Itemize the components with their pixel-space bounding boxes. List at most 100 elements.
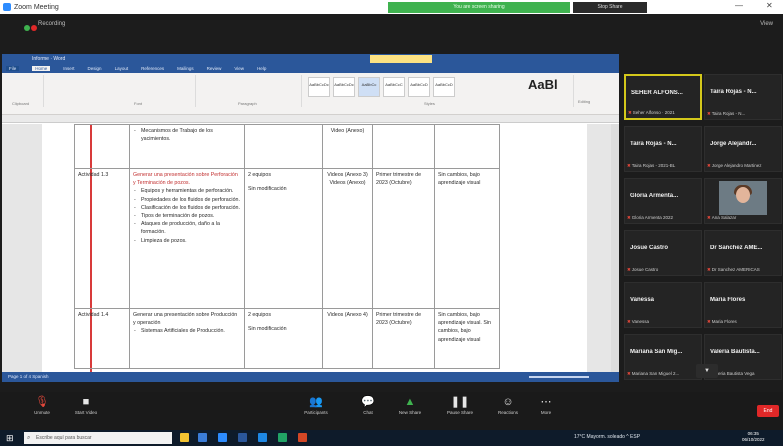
search-icon: ⌕ — [27, 435, 31, 441]
participant-name: Mariana San Mig... — [630, 349, 683, 355]
font-group[interactable]: Font — [86, 75, 196, 107]
more-label: More — [540, 410, 552, 415]
style-heading-1[interactable]: AaBbCc — [358, 77, 380, 97]
style-no-spacing[interactable]: AaBbCcDc — [333, 77, 355, 97]
pause-share-button[interactable]: ❚❚ Pause Share — [434, 395, 486, 427]
participants-icon: 👥 — [309, 396, 323, 408]
file-explorer-icon[interactable] — [180, 433, 189, 442]
clipboard-group[interactable]: Clipboard — [4, 75, 44, 107]
participant-tile-video[interactable]: ✖Ana Salazar — [704, 178, 782, 224]
zoom-app-icon[interactable] — [218, 433, 227, 442]
style-title[interactable]: AaBbCcD — [408, 77, 430, 97]
system-tray[interactable]: 17°C Mayorm. soleado ^ ESP — [574, 434, 640, 440]
end-meeting-button[interactable]: End — [757, 405, 779, 417]
participant-tile[interactable]: Gloria Armenta... ✖Gloria Armenta 2022 — [624, 178, 702, 224]
taskbar-search-input[interactable]: ⌕ Escribe aquí para buscar — [24, 432, 172, 444]
resource-b: Sin modificación — [248, 186, 287, 193]
resource-a: 2 equipos — [248, 172, 271, 178]
excel-app-icon[interactable] — [278, 433, 287, 442]
mic-muted-icon: ✖ — [707, 111, 711, 116]
document-area: Mecanismos de Trabajo de los yacimientos… — [2, 124, 619, 372]
tab-view[interactable]: View — [234, 66, 244, 71]
mic-muted-icon: ✖ — [707, 215, 711, 220]
tab-review[interactable]: Review — [207, 66, 222, 71]
participants-label: Participants — [304, 410, 328, 415]
participant-tile[interactable]: Dr Sanchez AME... ✖Dr Sanchez AMERICAS — [704, 230, 782, 276]
tab-file[interactable]: File — [6, 66, 20, 71]
taskbar-clock[interactable]: 06:35 06/10/2022 — [742, 431, 765, 443]
participant-caption: ✖Mariana San Miguel 2... — [627, 371, 680, 376]
participant-tile[interactable]: Vanessa ✖Vanessa — [624, 282, 702, 328]
participant-tile[interactable]: SEHER ALFONS... ✖Seher Alfonso · 2021 — [624, 74, 702, 120]
participant-tile[interactable]: Mariana San Mig... ✖Mariana San Miguel 2… — [624, 334, 702, 380]
chevron-down-icon[interactable]: ▼ — [696, 364, 718, 378]
result-cell: Sin cambios, bajo aprendizaje visual. Si… — [434, 308, 500, 369]
participant-caption: ✖Taira Rojas - N... — [707, 111, 746, 116]
tab-home[interactable]: Home — [32, 66, 51, 71]
view-button[interactable]: View — [760, 21, 773, 27]
style-heading-2[interactable]: AaBbCcC — [383, 77, 405, 97]
participant-name: Taira Rojas - N... — [630, 141, 677, 147]
media-cell: Videos (Anexo 4) — [322, 308, 373, 369]
participants-button[interactable]: 👥 Participants — [290, 395, 342, 427]
mic-muted-icon: ✖ — [627, 371, 631, 376]
word-app-icon[interactable] — [238, 433, 247, 442]
search-placeholder: Escribe aquí para buscar — [36, 435, 92, 441]
minimize-button[interactable]: — — [735, 1, 743, 10]
table-row: Actividad 1.3 Generar una presentación s… — [74, 168, 500, 309]
video-button[interactable]: ■ Start Video — [60, 395, 112, 427]
meeting-controls: 🎙 Unmute ■ Start Video 👥 Participants 💬 … — [0, 392, 783, 430]
list-item: Clasificación de los fluidos de perforac… — [133, 204, 241, 212]
paragraph-group[interactable]: Paragraph — [198, 75, 302, 107]
paragraph-group-label: Paragraph — [238, 101, 257, 106]
stop-share-button[interactable]: Stop Share — [573, 2, 647, 13]
recording-dot-icon — [31, 25, 37, 31]
pause-share-label: Pause Share — [446, 410, 474, 415]
word-warning-banner — [370, 55, 432, 63]
participant-tile[interactable]: Taira Rojas - N... ✖Taira Rojas - 2021-B… — [624, 126, 702, 172]
zoom-slider[interactable] — [529, 376, 589, 378]
style-subtitle[interactable]: AaBbCcD — [433, 77, 455, 97]
participant-tile[interactable]: Jorge Alejandr... ✖Jorge Alejandro Marti… — [704, 126, 782, 172]
close-button[interactable]: ✕ — [766, 1, 773, 10]
edge-browser-icon[interactable] — [258, 433, 267, 442]
more-button[interactable]: ⋯ More — [520, 395, 572, 427]
style-normal[interactable]: AaBbCcDc — [308, 77, 330, 97]
participant-name: Josue Castro — [630, 245, 669, 251]
participant-caption: ✖Ana Salazar — [707, 215, 737, 220]
participant-name: Jorge Alejandr... — [710, 141, 757, 147]
tab-design[interactable]: Design — [88, 66, 102, 71]
tab-insert[interactable]: Insert — [63, 66, 74, 71]
font-group-label: Font — [134, 101, 143, 106]
result-cell: Sin cambios, bajo aprendizaje visual — [434, 168, 500, 309]
window-title: Zoom Meeting — [14, 3, 59, 11]
participant-name: Maria Flores — [710, 297, 746, 303]
vertical-scrollbar[interactable] — [611, 124, 619, 372]
mic-muted-icon: ✖ — [627, 215, 631, 220]
tab-references[interactable]: References — [141, 66, 164, 71]
participant-face — [736, 187, 750, 203]
participant-tile[interactable]: Maria Flores ✖Maria Flores — [704, 282, 782, 328]
status-text: Page 1 of 4 Spanish — [8, 374, 49, 379]
tab-mailings[interactable]: Mailings — [177, 66, 194, 71]
participant-tile[interactable]: Taira Rojas - N... ✖Taira Rojas - N... — [704, 74, 782, 120]
participant-name: Dr Sanchez AME... — [710, 245, 763, 251]
word-title: Informe · Word — [32, 56, 66, 62]
security-status-icon[interactable] — [24, 25, 30, 31]
list-item: Equipos y herramientas de perforación. — [133, 187, 241, 195]
new-share-button[interactable]: ▲ New Share — [384, 395, 436, 427]
horizontal-ruler[interactable] — [2, 115, 619, 123]
participant-video — [719, 181, 767, 215]
activity-heading: Generar una presentación sobre Producció… — [133, 312, 238, 327]
style-big-preview[interactable]: AaBl — [528, 77, 558, 92]
task-view-icon[interactable] — [198, 433, 207, 442]
mic-muted-icon: ✖ — [707, 267, 711, 272]
tab-help[interactable]: Help — [257, 66, 266, 71]
word-statusbar: Page 1 of 4 Spanish — [2, 372, 619, 382]
participant-tile[interactable]: Josue Castro ✖Josue Castro — [624, 230, 702, 276]
share-screen-icon: ▲ — [404, 396, 416, 408]
windows-start-icon[interactable]: ⊞ — [6, 433, 14, 443]
zoom-logo-icon — [3, 3, 11, 11]
powerpoint-app-icon[interactable] — [298, 433, 307, 442]
tab-layout[interactable]: Layout — [115, 66, 129, 71]
